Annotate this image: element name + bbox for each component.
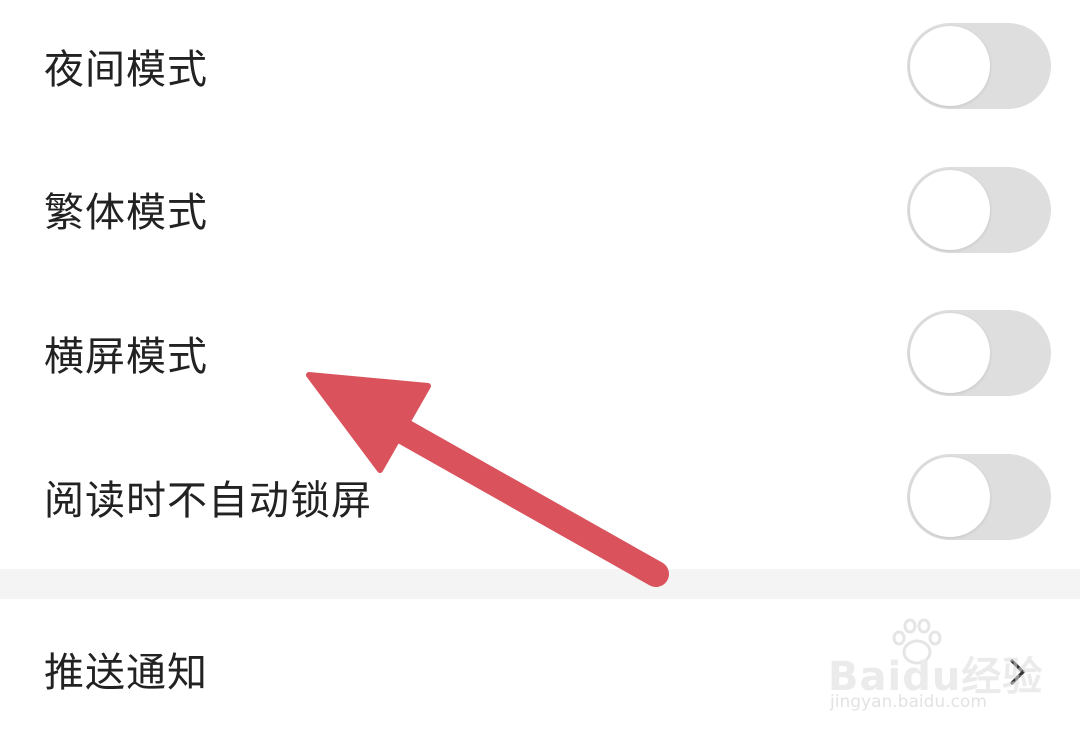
no-auto-lock-label: 阅读时不自动锁屏 (44, 478, 372, 524)
baidu-jingyan-watermark: Baidu经验 jingyan.baidu.com (828, 618, 1042, 728)
settings-screen: 夜间模式 繁体模式 横屏模式 阅读时不自动锁屏 推送通知 Baidu经验 jin… (0, 0, 1080, 736)
traditional-mode-label: 繁体模式 (44, 190, 208, 236)
toggle-knob (910, 313, 990, 393)
toggle-knob (910, 26, 990, 106)
setting-row-night-mode[interactable]: 夜间模式 (0, 0, 1080, 144)
watermark-url: jingyan.baidu.com (830, 692, 987, 712)
setting-row-landscape-mode[interactable]: 横屏模式 (0, 288, 1080, 432)
setting-row-no-auto-lock[interactable]: 阅读时不自动锁屏 (0, 432, 1080, 569)
traditional-mode-toggle[interactable] (907, 167, 1051, 253)
landscape-mode-label: 横屏模式 (44, 334, 208, 380)
toggle-knob (910, 457, 990, 537)
section-divider (0, 569, 1080, 599)
landscape-mode-toggle[interactable] (907, 310, 1051, 396)
toggle-knob (910, 170, 990, 250)
night-mode-toggle[interactable] (907, 23, 1051, 109)
push-notifications-label: 推送通知 (44, 650, 208, 696)
no-auto-lock-toggle[interactable] (907, 454, 1051, 540)
night-mode-label: 夜间模式 (44, 47, 208, 93)
setting-row-traditional-mode[interactable]: 繁体模式 (0, 144, 1080, 288)
